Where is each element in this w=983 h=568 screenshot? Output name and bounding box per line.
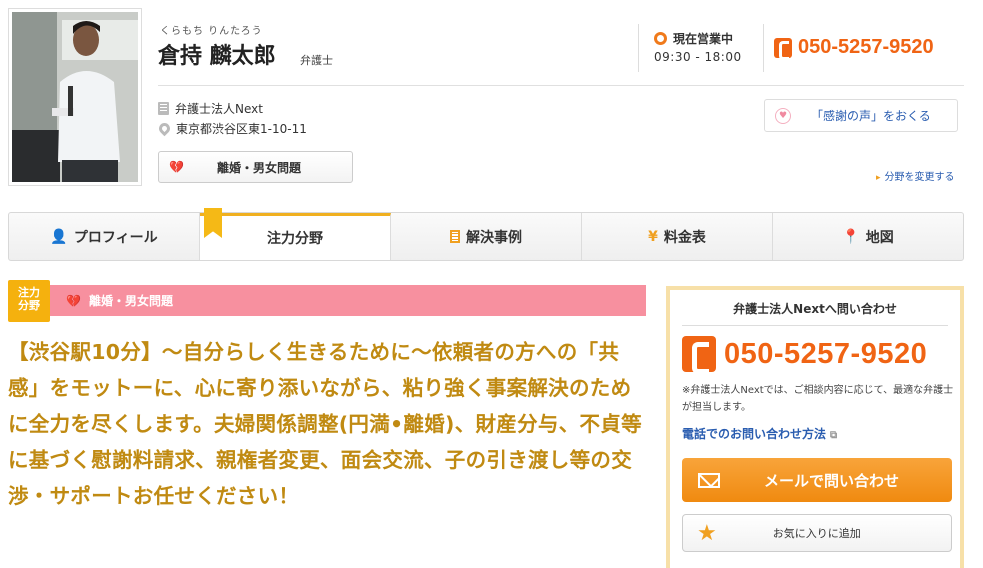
phone-inquiry-link[interactable]: 電話でのお問い合わせ方法 [682,425,837,442]
contact-panel: 弁護士法人Nextへ問い合わせ 050-5257-9520 ※弁護士法人Next… [666,286,964,568]
lawyer-photo-image [12,12,138,182]
business-status: 現在営業中 [654,30,733,47]
bookmark-icon [204,208,222,238]
person-icon: 👤 [50,228,68,245]
phone-icon [682,336,716,374]
catchcopy-text: 【渋谷駅10分】〜自分らしく生きるために〜依頼者の方への「共感」をモットーに、心… [8,340,642,508]
mail-icon [698,472,720,488]
send-thanks-button[interactable]: ♥ 「感謝の声」をおくる [764,99,958,132]
badge-line: 分野 [18,299,40,312]
phone-icon [774,37,792,60]
business-hours: 09:30 - 18:00 [654,50,742,64]
tab-fees[interactable]: ¥ 料金表 [582,213,773,260]
contact-phone-number[interactable]: 050-5257-9520 [724,338,927,371]
tab-profile[interactable]: 👤 プロフィール [9,213,200,260]
change-category-link[interactable]: 分野を変更する [876,168,955,183]
add-favorite-button[interactable]: ★ お気に入りに追加 [682,514,952,552]
category-button-label: 離婚・男女問題 [217,160,302,175]
tab-label: 地図 [865,229,894,246]
contact-phone[interactable]: 050-5257-9520 [682,336,927,374]
address-row: 東京都渋谷区東1-10-11 [156,120,307,137]
map-pin-icon: 📍 [842,228,860,245]
focus-area-badge: 注力 分野 [8,280,50,322]
header-divider [763,24,764,72]
mail-button-label: メールで問い合わせ [764,471,900,490]
building-icon [158,102,169,115]
lawyer-title: 弁護士 [300,54,333,67]
firm-row: 弁護士法人Next [158,100,263,117]
yen-icon: ¥ [648,228,658,245]
lawyer-name: 倉持 麟太郎 [158,44,276,69]
tab-focus-areas[interactable]: 注力分野 [200,208,391,260]
header-phone[interactable]: 050-5257-9520 [774,36,934,60]
name-ruby: くらもち りんたろう [160,26,263,37]
heart-icon: 💔 [66,293,81,308]
tab-label: プロフィール [73,229,158,246]
focus-category-label: 離婚・男女問題 [88,294,173,308]
lawyer-photo [8,8,142,186]
favorite-button-label: お気に入りに追加 [772,527,861,540]
tab-map[interactable]: 📍 地図 [773,213,963,260]
profile-tabs: 👤 プロフィール 注力分野 解決事例 ¥ 料金表 📍 地図 [8,208,964,261]
contact-heading: 弁護士法人Nextへ問い合わせ [682,298,948,326]
heart-icon: 💔 [169,160,184,174]
badge-line: 注力 [18,286,40,299]
document-icon [450,230,460,243]
mail-inquiry-button[interactable]: メールで問い合わせ [682,458,952,502]
heart-icon: ♥ [775,107,791,124]
location-pin-icon [156,120,173,137]
send-thanks-label: 「感謝の声」をおくる [811,109,931,123]
tab-label: 注力分野 [267,231,323,247]
star-icon: ★ [697,520,717,546]
header-phone-number[interactable]: 050-5257-9520 [798,36,934,59]
status-label: 現在営業中 [673,32,734,46]
header-divider [638,24,639,72]
header-separator [158,85,964,86]
category-button[interactable]: 💔 離婚・男女問題 [158,151,353,183]
focus-category-bar: 💔 離婚・男女問題 [50,285,646,316]
address-text: 東京都渋谷区東1-10-11 [176,122,307,136]
contact-note: ※弁護士法人Nextでは、ご相談内容に応じて、最適な弁護士が担当します。 [682,385,954,413]
tab-case-examples[interactable]: 解決事例 [391,213,582,260]
status-clock-icon [654,32,667,45]
tab-label: 解決事例 [466,229,522,246]
firm-name: 弁護士法人Next [175,102,263,116]
tab-label: 料金表 [663,229,706,246]
